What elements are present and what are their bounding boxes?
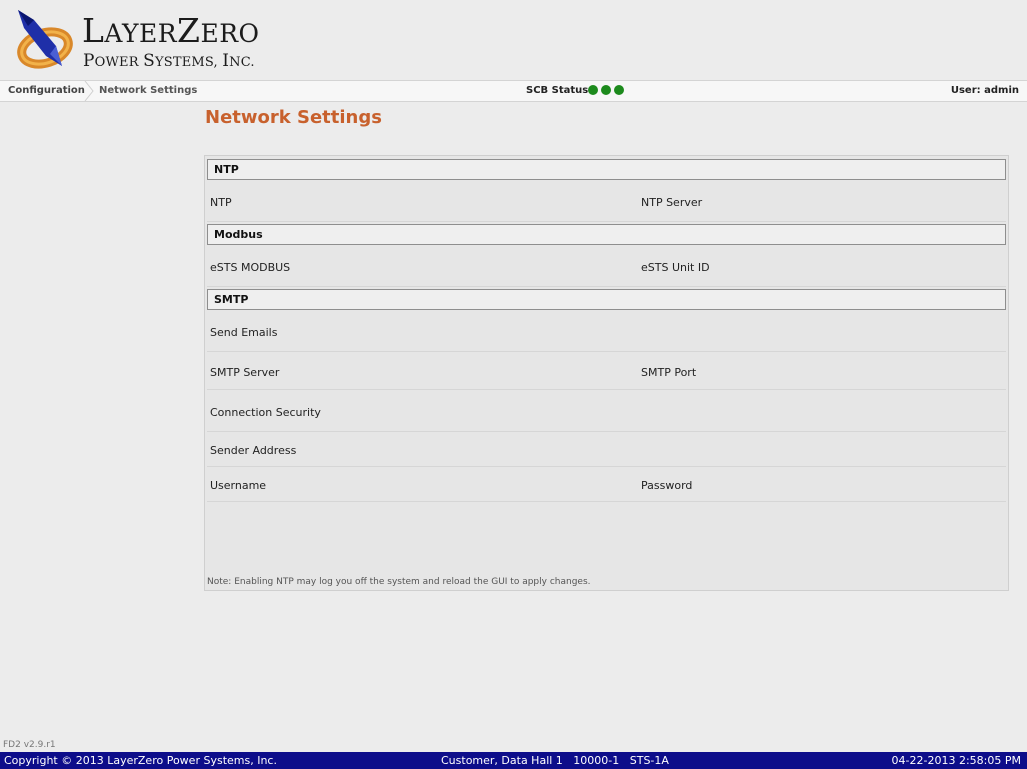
row-divider: [207, 431, 1006, 432]
status-dot-icon: [614, 85, 624, 95]
company-logo-text: LAYERZERO POWER SYSTEMS, INC.: [82, 11, 260, 72]
footer-datetime: 04-22-2013 2:58:05 PM: [891, 754, 1021, 767]
section-header-modbus: Modbus: [207, 224, 1006, 245]
field-label-connection-security: Connection Security: [210, 406, 321, 419]
field-label-ests-modbus: eSTS MODBUS: [210, 261, 291, 274]
footer-bar: Copyright © 2013 LayerZero Power Systems…: [0, 752, 1027, 769]
field-label-ests-unit-id: eSTS Unit ID: [641, 261, 710, 274]
breadcrumb-network-settings[interactable]: Network Settings: [99, 81, 197, 101]
field-label-ntp-server: NTP Server: [641, 196, 703, 209]
row-divider: [207, 389, 1006, 390]
field-label-smtp-port: SMTP Port: [641, 366, 697, 379]
breadcrumb-configuration[interactable]: Configuration: [8, 81, 85, 101]
status-dot-icon: [601, 85, 611, 95]
row-divider: [207, 351, 1006, 352]
footer-site-info: Customer, Data Hall 1 10000-1 STS-1A: [441, 754, 669, 767]
scb-status-label: SCB Status:: [526, 85, 593, 96]
section-header-ntp: NTP: [207, 159, 1006, 180]
scb-status-indicators: [588, 85, 627, 96]
field-label-password: Password: [641, 479, 693, 492]
page-title: Network Settings: [205, 107, 382, 128]
field-label-sender-address: Sender Address: [210, 444, 297, 457]
navigation-bar: Configuration Network Settings SCB Statu…: [0, 80, 1027, 102]
section-header-smtp: SMTP: [207, 289, 1006, 310]
user-label: User: admin: [950, 85, 1019, 96]
layerzero-logo-icon: [17, 10, 73, 69]
ntp-warning-note: Note: Enabling NTP may log you off the s…: [207, 577, 591, 587]
field-label-username: Username: [210, 479, 267, 492]
row-divider: [207, 466, 1006, 467]
version-label: FD2 v2.9.r1: [3, 740, 56, 750]
row-divider: [207, 221, 1006, 222]
field-label-ntp: NTP: [210, 196, 232, 209]
header: LAYERZERO POWER SYSTEMS, INC.: [0, 0, 1027, 80]
breadcrumb-chevron-icon: [84, 81, 94, 101]
field-label-send-emails: Send Emails: [210, 326, 278, 339]
settings-panel: NTP NTP NTP Server Modbus eSTS MODBUS eS…: [204, 155, 1009, 591]
field-label-smtp-server: SMTP Server: [210, 366, 280, 379]
row-divider: [207, 286, 1006, 287]
footer-copyright: Copyright © 2013 LayerZero Power Systems…: [4, 754, 277, 767]
status-dot-icon: [588, 85, 598, 95]
row-divider: [207, 501, 1006, 502]
